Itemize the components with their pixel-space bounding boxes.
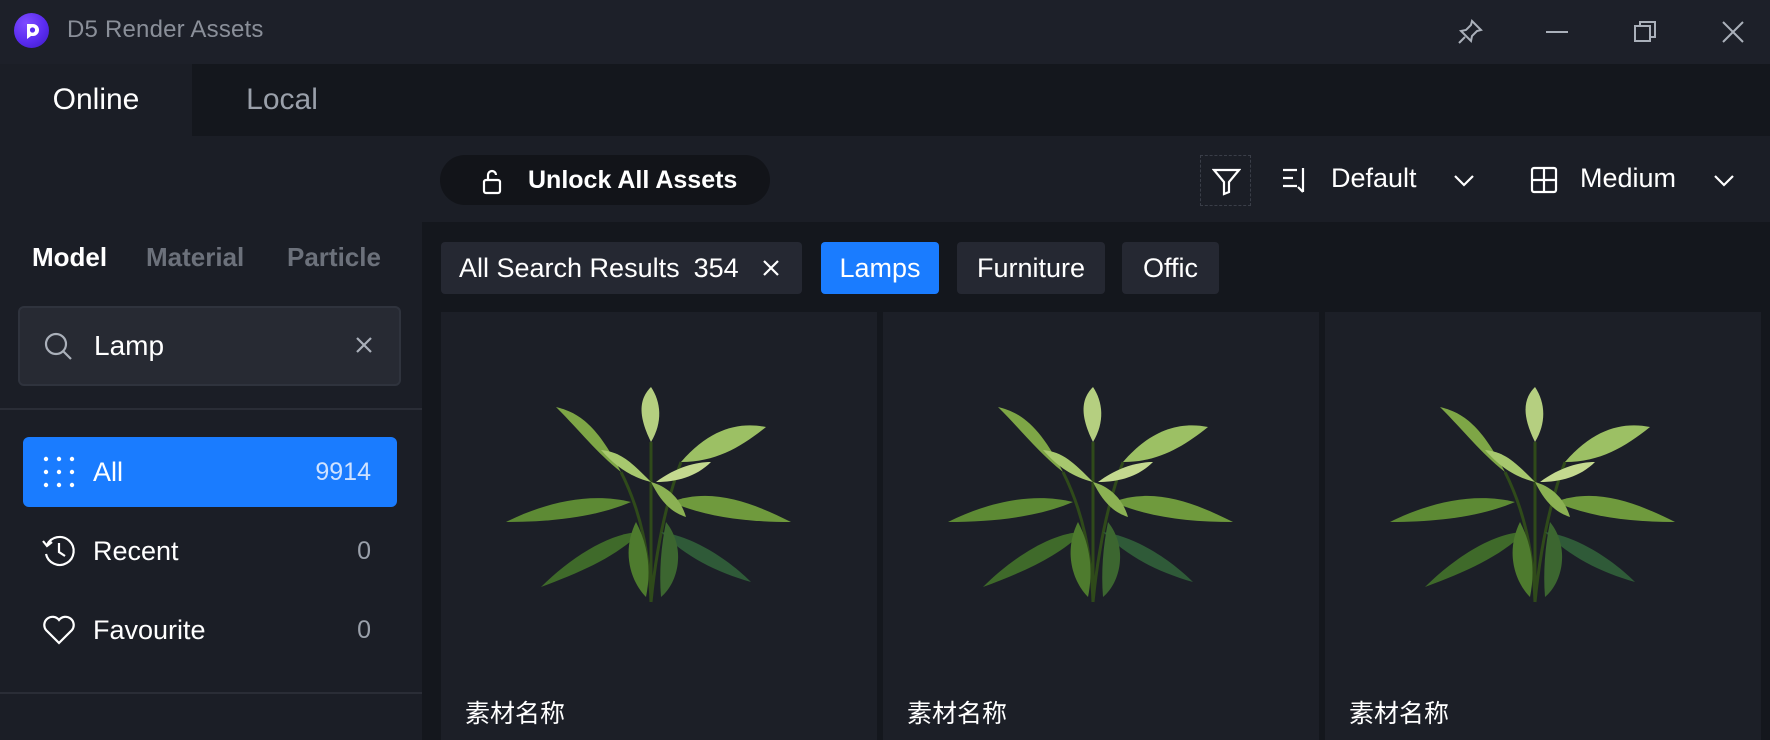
filter-chip-offic[interactable]: Offic [1122,242,1219,294]
sidebar-item-recent[interactable]: Recent 0 [23,516,397,586]
search-results-chip[interactable]: All Search Results 354 [441,242,802,294]
restore-icon [1634,21,1656,42]
chevron-down-icon[interactable] [1712,172,1736,188]
app-logo-icon [14,13,49,48]
tab-local[interactable]: Local [192,64,372,136]
source-tabs: Online Local [0,64,1770,136]
pin-button[interactable] [1450,12,1490,52]
asset-name: 素材名称 [465,699,566,728]
close-button[interactable] [1713,12,1753,52]
lock-icon [482,169,502,195]
asset-card[interactable]: 素材名称 [441,312,877,740]
plant-thumbnail [948,387,1233,603]
filter-chip-lamps[interactable]: Lamps [821,242,939,294]
chevron-down-icon[interactable] [1452,172,1476,188]
view-size-dropdown[interactable]: Medium [1580,163,1676,194]
sidebar-item-label: All [93,456,124,487]
close-icon [1722,21,1744,43]
asset-card[interactable]: 素材名称 [883,312,1319,740]
unlock-all-assets-label: Unlock All Assets [528,166,738,194]
search-results-label: All Search Results [459,252,680,283]
sort-icon[interactable] [1281,165,1311,195]
plant-thumbnail [506,387,791,603]
category-tab-material[interactable]: Material [146,242,244,273]
heart-icon [43,615,75,645]
tab-online[interactable]: Online [0,64,192,136]
title-bar: D5 Render Assets [0,0,1770,64]
sidebar: Model Material Particle All 9914 Recent … [0,136,422,740]
view-size-icon[interactable] [1530,166,1558,194]
divider [0,408,422,410]
history-icon [42,535,75,567]
sidebar-item-label: Favourite [93,614,206,645]
sidebar-item-count: 0 [357,536,371,565]
sidebar-item-count: 9914 [315,457,371,486]
search-results-count: 354 [693,252,739,283]
unlock-all-assets-button[interactable]: Unlock All Assets [440,155,770,205]
search-box [18,306,401,386]
grid-dots-icon [43,456,75,488]
sidebar-item-favourite[interactable]: Favourite 0 [23,595,397,665]
asset-content: All Search Results 354 Lamps Furniture O… [422,222,1770,740]
pin-icon [1458,19,1483,44]
plant-thumbnail [1390,387,1675,603]
category-tab-model[interactable]: Model [32,242,107,273]
restore-button[interactable] [1625,12,1665,52]
filter-button[interactable] [1200,155,1251,206]
asset-name: 素材名称 [907,699,1008,728]
clear-search-icon[interactable] [351,332,377,358]
filter-chip-furniture[interactable]: Furniture [957,242,1105,294]
sort-dropdown[interactable]: Default [1331,163,1417,194]
minimize-button[interactable] [1537,12,1577,52]
search-icon [44,332,72,360]
app-title: D5 Render Assets [67,16,264,43]
asset-name: 素材名称 [1349,699,1450,728]
sidebar-item-all[interactable]: All 9914 [23,437,397,507]
minimize-icon [1546,31,1568,33]
filter-icon [1212,168,1241,196]
search-input[interactable] [94,326,334,366]
sidebar-item-label: Recent [93,535,179,566]
category-tab-particle[interactable]: Particle [287,242,381,273]
divider [0,692,422,694]
close-icon[interactable] [762,259,780,277]
sidebar-item-count: 0 [357,615,371,644]
asset-card[interactable]: 素材名称 [1325,312,1761,740]
